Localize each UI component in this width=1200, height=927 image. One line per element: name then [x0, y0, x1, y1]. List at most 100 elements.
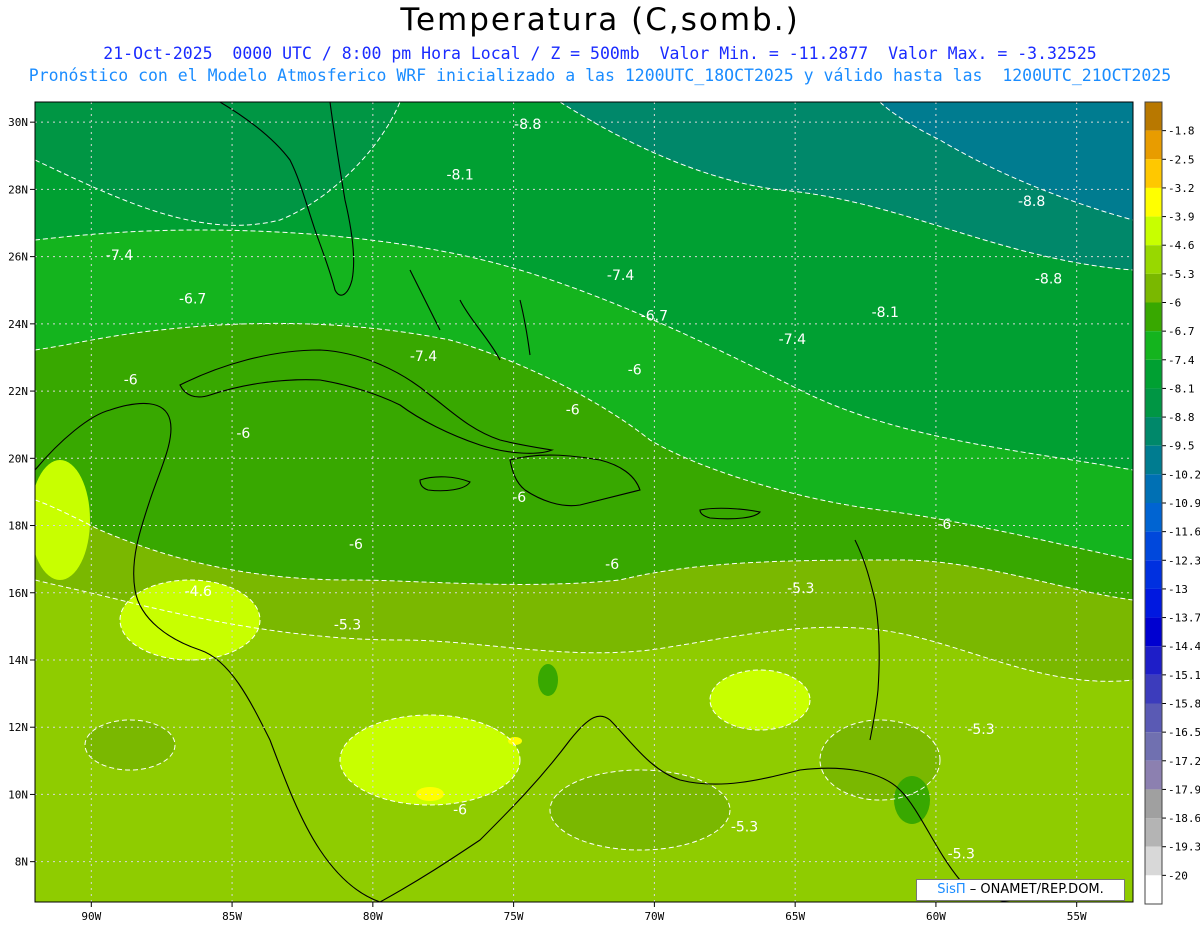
colorbar-label: -3.9 [1168, 211, 1195, 224]
contour-label: -6 [628, 362, 642, 378]
colorbar-swatch [1145, 187, 1162, 217]
lat-tick-label: 10N [8, 788, 28, 801]
lat-tick-label: 22N [8, 385, 28, 398]
lat-tick-label: 16N [8, 587, 28, 600]
lon-tick-label: 90W [81, 910, 101, 923]
contour-label: -4.6 [185, 584, 212, 600]
colorbar-swatch [1145, 818, 1162, 847]
temperature-map: -8.8 -8.1 -8.8 -7.4 -8.8 -7.4 -6.7 -6.7 -8.1 -7.4… [8, 101, 1200, 923]
colorbar-swatch [1145, 560, 1162, 589]
colorbar-label: -3.2 [1168, 182, 1195, 195]
colorbar-label: -15.8 [1168, 698, 1200, 711]
lat-tick-label: 18N [8, 520, 28, 533]
colorbar-label: -11.6 [1168, 526, 1200, 539]
field-dark-patch-2 [538, 664, 558, 696]
contour-label: -5.3 [334, 618, 361, 634]
colorbar-label: -14.4 [1168, 640, 1200, 653]
contour-label: -8.8 [1035, 272, 1062, 288]
contour-label: -5.3 [948, 846, 975, 862]
colorbar-label: -10.9 [1168, 497, 1200, 510]
lat-tick-label: 20N [8, 452, 28, 465]
lon-tick-label: 55W [1067, 910, 1087, 923]
contour-label: -7.4 [607, 268, 634, 284]
colorbar-label: -13.7 [1168, 612, 1200, 625]
contour-label: -7.4 [410, 349, 437, 365]
contour-label: -5.3 [731, 819, 758, 835]
colorbar-label: -18.6 [1168, 812, 1200, 825]
field-mid-patch-3 [550, 770, 730, 850]
lon-tick-label: 70W [644, 910, 664, 923]
lat-tick-label: 30N [8, 116, 28, 129]
colorbar-swatch [1145, 474, 1162, 503]
credit-box: SisΠ – ONAMET/REP.DOM. [916, 879, 1125, 901]
contour-label: -5.3 [967, 722, 994, 738]
colorbar-swatch [1145, 130, 1162, 160]
colorbar-swatch [1145, 732, 1162, 761]
contour-label: -8.1 [446, 167, 473, 183]
lat-tick-label: 8N [15, 856, 28, 869]
credit-brand: SisΠ [937, 882, 966, 897]
lon-tick-label: 75W [504, 910, 524, 923]
colorbar: -1.8 -2.5 -3.2 -3.9 -4.6 -5.3 -6 -6.7 -7.4 -8.1 -8… [1144, 101, 1200, 905]
lat-tick-label: 24N [8, 318, 28, 331]
colorbar-swatch [1145, 302, 1162, 332]
lat-tick-label: 12N [8, 721, 28, 734]
colorbar-label: -15.1 [1168, 669, 1200, 682]
contour-label: -8.8 [1018, 194, 1045, 210]
contour-label: -7.4 [106, 248, 133, 264]
colorbar-swatch [1145, 359, 1162, 389]
contour-label: -6 [124, 372, 138, 388]
colorbar-swatch [1145, 245, 1162, 274]
colorbar-swatch [1145, 331, 1162, 360]
contour-label: -6 [236, 426, 250, 442]
colorbar-swatch [1145, 760, 1162, 790]
contour-label: -8.8 [514, 117, 541, 133]
contour-label: -6.7 [641, 308, 668, 324]
colorbar-swatch [1145, 588, 1162, 618]
colorbar-swatch [1145, 875, 1162, 904]
credit-text: – ONAMET/REP.DOM. [965, 882, 1104, 897]
colorbar-swatch [1145, 846, 1162, 876]
colorbar-swatch [1145, 417, 1162, 446]
colorbar-swatch [1145, 789, 1162, 819]
colorbar-label: -4.6 [1168, 239, 1195, 252]
lat-tick-label: 28N [8, 183, 28, 196]
colorbar-swatch [1145, 273, 1162, 303]
contour-label: -6 [512, 490, 526, 506]
lon-tick-label: 85W [222, 910, 242, 923]
colorbar-label: -13 [1168, 583, 1188, 596]
colorbar-label: -8.8 [1168, 411, 1195, 424]
contour-label: -6 [566, 403, 580, 419]
colorbar-label: -12.3 [1168, 554, 1200, 567]
colorbar-swatch [1145, 503, 1162, 532]
lon-tick-label: 80W [363, 910, 383, 923]
colorbar-label: -9.5 [1168, 440, 1195, 453]
colorbar-swatch [1145, 703, 1162, 733]
colorbar-swatch [1145, 674, 1162, 704]
field-hot-spot-2 [508, 737, 522, 745]
colorbar-swatch [1145, 102, 1162, 131]
colorbar-label: -17.9 [1168, 783, 1200, 796]
field-dark-patch-1 [894, 776, 930, 824]
colorbar-label: -10.2 [1168, 468, 1200, 481]
contour-label: -5.3 [787, 581, 814, 597]
colorbar-label: -6.7 [1168, 325, 1195, 338]
colorbar-label: -16.5 [1168, 726, 1200, 739]
contour-label: -6 [937, 517, 951, 533]
colorbar-label: -7.4 [1168, 354, 1195, 367]
colorbar-swatch [1145, 388, 1162, 418]
colorbar-label: -17.2 [1168, 755, 1200, 768]
colorbar-label: -8.1 [1168, 382, 1195, 395]
colorbar-swatch [1145, 159, 1162, 188]
colorbar-swatch [1145, 617, 1162, 647]
lat-tick-label: 14N [8, 654, 28, 667]
colorbar-label: -19.3 [1168, 841, 1200, 854]
contour-label: -8.1 [872, 305, 899, 321]
contour-label: -7.4 [779, 332, 806, 348]
lat-tick-label: 26N [8, 251, 28, 264]
colorbar-label: -5.3 [1168, 268, 1195, 281]
contour-label: -6 [453, 803, 467, 819]
colorbar-swatch [1145, 216, 1162, 246]
colorbar-swatch [1145, 646, 1162, 675]
colorbar-swatch [1145, 445, 1162, 475]
